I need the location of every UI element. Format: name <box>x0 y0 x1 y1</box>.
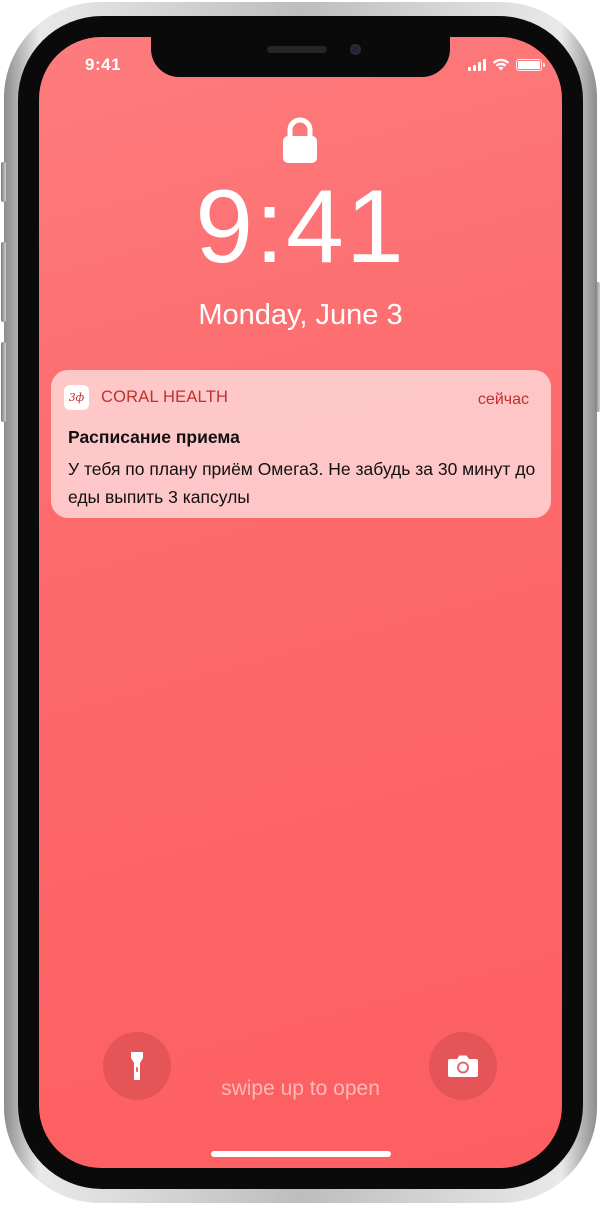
battery-icon <box>516 59 545 71</box>
app-icon-glyph: 3ф <box>68 391 85 404</box>
wifi-icon <box>492 58 510 71</box>
home-indicator[interactable] <box>211 1151 391 1157</box>
notification-card[interactable]: 3ф CORAL HEALTH сейчас Расписание приема… <box>51 370 551 518</box>
signal-icon <box>468 59 486 71</box>
lock-icon <box>283 117 317 163</box>
speaker-grille <box>267 46 327 53</box>
silent-switch <box>1 162 6 202</box>
volume-up-button <box>1 242 6 322</box>
notification-title: Расписание приема <box>68 427 240 447</box>
status-time: 9:41 <box>85 55 122 74</box>
notification-timestamp: сейчас <box>477 391 529 408</box>
swipe-up-hint: swipe up to open <box>221 1077 380 1100</box>
lock-screen[interactable]: 9:41 9:41 Monday, June 3 3ф CORAL HEALTH… <box>39 37 562 1168</box>
camera-icon <box>448 1055 478 1077</box>
notification-app-name: CORAL HEALTH <box>101 388 229 406</box>
coral-health-app-icon: 3ф <box>64 385 89 410</box>
notch <box>151 37 450 77</box>
volume-down-button <box>1 342 6 422</box>
lock-screen-date: Monday, June 3 <box>198 299 403 331</box>
power-button <box>595 282 600 412</box>
status-icons <box>468 58 545 71</box>
notification-body: У тебя по плану приём Омега3. Не забудь … <box>68 459 536 507</box>
front-camera <box>350 44 361 55</box>
lock-screen-time: 9:41 <box>195 169 406 285</box>
